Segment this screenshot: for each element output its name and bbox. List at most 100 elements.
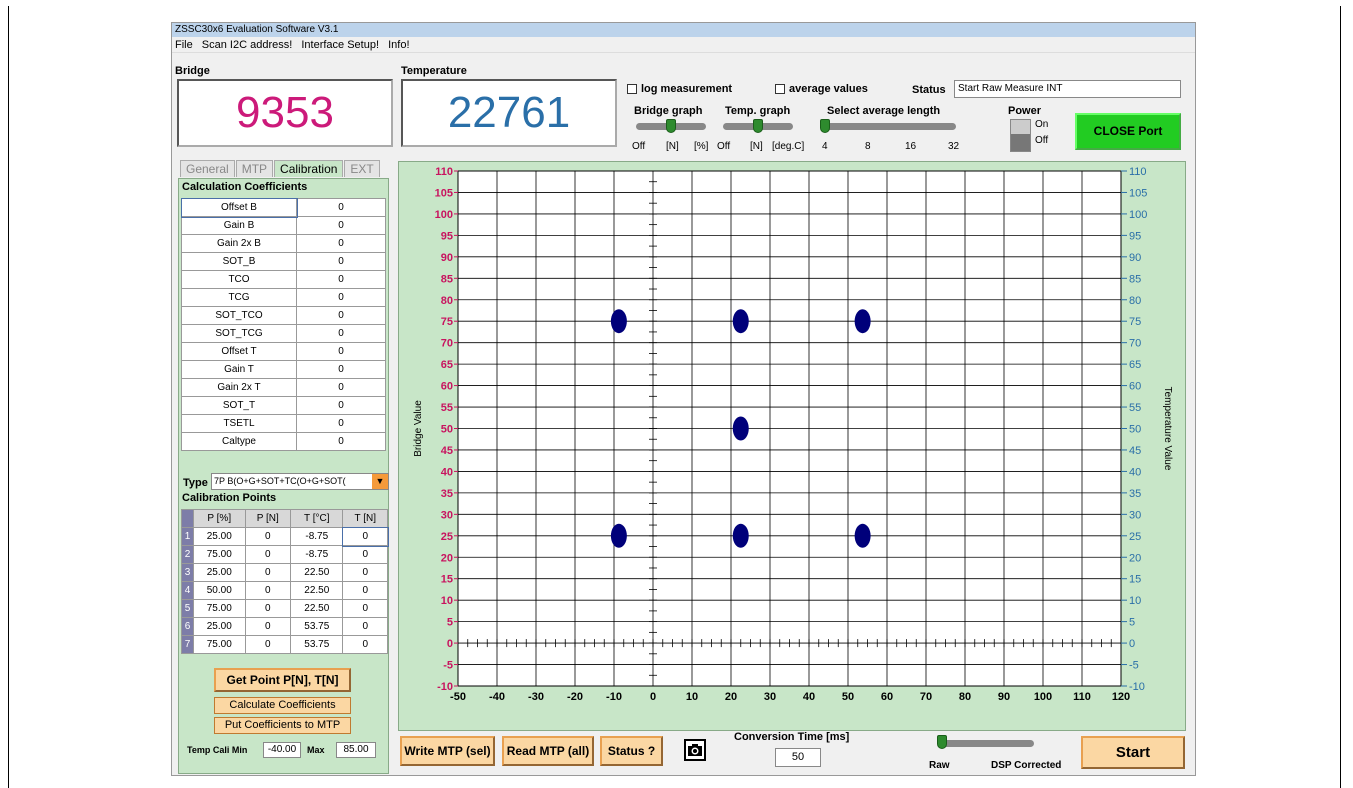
coefficient-value[interactable]: 0 [296, 360, 386, 379]
power-on-label: On [1035, 119, 1049, 130]
x-tick-label: -10 [606, 691, 622, 703]
calibration-cell[interactable]: -8.75 [290, 527, 344, 546]
avg-tick-32: 32 [948, 141, 960, 152]
calibration-cell[interactable]: 0 [244, 545, 292, 564]
coefficient-value[interactable]: 0 [296, 342, 386, 361]
menu-file[interactable]: File [175, 39, 193, 51]
temp-cali-max-input[interactable]: 85.00 [336, 742, 376, 758]
calibration-cell[interactable]: -8.75 [290, 545, 344, 564]
camera-icon[interactable] [684, 739, 706, 761]
calibration-cell[interactable]: 75.00 [193, 545, 246, 564]
power-toggle[interactable] [1010, 119, 1031, 152]
x-tick-label: 10 [686, 691, 698, 703]
log-measurement-checkbox[interactable]: log measurement [627, 83, 732, 95]
temp-cali-max-label: Max [307, 745, 325, 755]
coefficient-value[interactable]: 0 [296, 252, 386, 271]
calibration-cell[interactable]: 75.00 [193, 599, 246, 618]
coefficient-value[interactable]: 0 [296, 270, 386, 289]
write-mtp-button[interactable]: Write MTP (sel) [400, 736, 495, 766]
y-right-tick-label: 10 [1129, 595, 1141, 607]
status-query-button[interactable]: Status ? [600, 736, 663, 766]
coefficient-value[interactable]: 0 [296, 432, 386, 451]
cal-points-title: Calibration Points [182, 492, 277, 504]
get-point-button[interactable]: Get Point P[N], T[N] [214, 668, 351, 692]
coefficient-row: TCG 0 [181, 288, 386, 307]
tab-calibration[interactable]: Calibration [274, 160, 344, 177]
y-right-tick-label: 90 [1129, 252, 1141, 264]
calibration-cell[interactable]: 0 [342, 545, 388, 564]
coefficient-value[interactable]: 0 [296, 198, 386, 217]
calibration-cell[interactable]: 0 [342, 617, 388, 636]
y-right-tick-label: 50 [1129, 424, 1141, 436]
coefficient-value[interactable]: 0 [296, 234, 386, 253]
bridge-value-display: 9353 [177, 79, 393, 147]
close-port-button[interactable]: CLOSE Port [1075, 113, 1181, 150]
calibration-cell[interactable]: 50.00 [193, 581, 246, 600]
y-right-tick-label: 20 [1129, 552, 1141, 564]
average-length-slider[interactable] [822, 123, 956, 130]
calibration-cell[interactable]: 0 [244, 635, 292, 654]
calibration-cell[interactable]: 0 [244, 599, 292, 618]
y-left-tick-label: 100 [435, 209, 453, 221]
row-number: 3 [181, 563, 194, 582]
raw-dsp-slider[interactable] [940, 740, 1034, 747]
start-button[interactable]: Start [1081, 736, 1185, 769]
calibration-cell[interactable]: 0 [244, 617, 292, 636]
calibration-cell[interactable]: 22.50 [290, 599, 344, 618]
tab-general[interactable]: General [180, 160, 235, 177]
y-left-tick-label: 30 [441, 509, 453, 521]
raw-dsp-slider-thumb[interactable] [937, 735, 947, 749]
calc-coeffs-title: Calculation Coefficients [182, 181, 308, 193]
menu-info[interactable]: Info! [388, 39, 409, 51]
menu-scan-i2c[interactable]: Scan I2C address! [202, 39, 293, 51]
calibration-cell[interactable]: 25.00 [193, 563, 246, 582]
coefficient-value[interactable]: 0 [296, 288, 386, 307]
calibration-cell[interactable]: 0 [244, 581, 292, 600]
calibration-cell[interactable]: 0 [342, 599, 388, 618]
temp-cali-min-input[interactable]: -40.00 [263, 742, 301, 758]
menu-interface-setup[interactable]: Interface Setup! [301, 39, 379, 51]
tab-mtp[interactable]: MTP [235, 160, 274, 177]
calibration-cell[interactable]: 0 [244, 527, 292, 546]
conversion-time-input[interactable]: 50 [775, 748, 821, 767]
chart-panel: -50 -40 -30 -20 -10 0 10 20 30 40 50 60 70 80 90 100 110… [398, 161, 1186, 731]
calibration-cell[interactable]: 0 [341, 526, 389, 547]
temp-graph-slider-thumb[interactable] [753, 119, 763, 133]
calibration-cell[interactable]: 0 [244, 563, 292, 582]
coefficient-value[interactable]: 0 [296, 306, 386, 325]
average-length-slider-thumb[interactable] [820, 119, 830, 133]
y-left-tick-label: 110 [435, 166, 453, 178]
calculate-coefficients-button[interactable]: Calculate Coefficients [214, 697, 351, 714]
coefficient-row: Gain 2x T0 [181, 378, 386, 397]
coefficient-name: Offset B [180, 197, 298, 218]
calibration-point-row: 1 25.00 0 -8.75 0 [181, 526, 389, 547]
calibration-cell[interactable]: 75.00 [193, 635, 246, 654]
calibration-cell[interactable]: 22.50 [290, 581, 344, 600]
coefficient-value[interactable]: 0 [296, 378, 386, 397]
tab-ext[interactable]: EXT [344, 160, 380, 177]
status-label: Status [912, 84, 946, 96]
calibration-cell[interactable]: 53.75 [290, 635, 344, 654]
calibration-cell[interactable]: 25.00 [193, 617, 246, 636]
chevron-down-icon[interactable]: ▼ [372, 474, 388, 489]
calibration-cell[interactable]: 0 [342, 581, 388, 600]
calibration-cell[interactable]: 22.50 [290, 563, 344, 582]
coefficient-row: TSETL 0 [181, 414, 386, 433]
coefficient-value[interactable]: 0 [296, 324, 386, 343]
calibration-cell[interactable]: 0 [342, 563, 388, 582]
temp-cali-min-label: Temp Cali Min [187, 745, 248, 755]
bridge-graph-slider-thumb[interactable] [666, 119, 676, 133]
calibration-cell[interactable]: 53.75 [290, 617, 344, 636]
coefficient-value[interactable]: 0 [296, 396, 386, 415]
put-coefficients-button[interactable]: Put Coefficients to MTP [214, 717, 351, 734]
type-label: Type [183, 477, 208, 489]
data-point [610, 523, 627, 548]
coefficient-value[interactable]: 0 [296, 414, 386, 433]
read-mtp-button[interactable]: Read MTP (all) [502, 736, 594, 766]
average-values-checkbox[interactable]: average values [775, 83, 868, 95]
calibration-cell[interactable]: 0 [342, 635, 388, 654]
type-select[interactable]: 7P B(O+G+SOT+TC(O+G+SOT( ▼ [211, 473, 389, 490]
coefficient-name: Caltype [181, 432, 297, 451]
coefficient-value[interactable]: 0 [296, 216, 386, 235]
calibration-cell[interactable]: 25.00 [193, 527, 246, 546]
